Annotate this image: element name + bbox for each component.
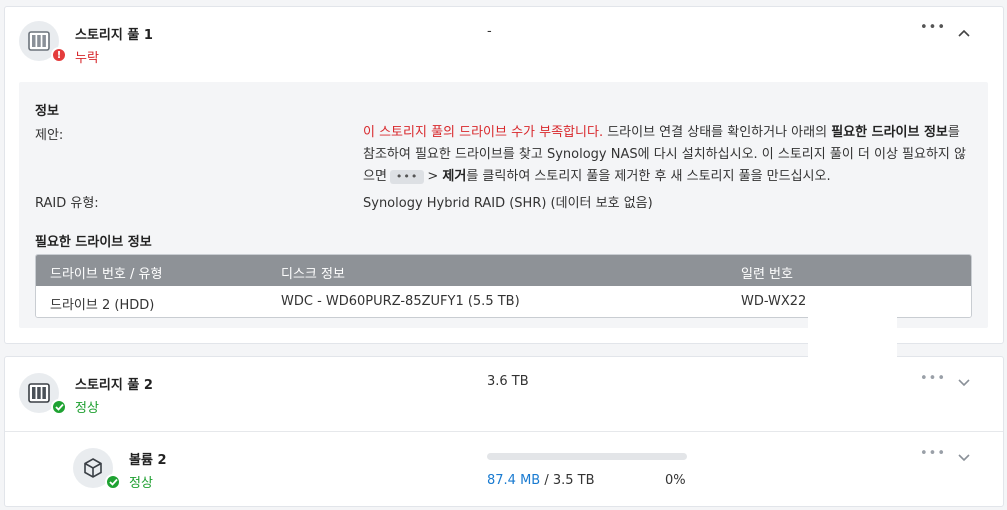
volume-icon-wrap (73, 448, 121, 490)
more-actions-button[interactable]: ••• (920, 446, 946, 461)
info-section-title: 정보 (35, 104, 59, 119)
column-header-drive: 드라이브 번호 / 유형 (50, 267, 163, 282)
raid-type-value: Synology Hybrid RAID (SHR) (데이터 보호 없음) (363, 196, 653, 211)
suggestion-text: 이 스토리지 풀의 드라이브 수가 부족합니다. 드라이브 연결 상태를 확인하… (363, 122, 975, 188)
collapse-button[interactable] (958, 22, 970, 41)
column-header-disk-info: 디스크 정보 (281, 267, 345, 282)
suggestion-label: 제안: (35, 128, 64, 143)
storage-pool-2-status: 정상 (75, 401, 99, 416)
more-actions-button[interactable]: ••• (920, 20, 946, 35)
required-drive-info-ref: 필요한 드라이브 정보 (831, 125, 948, 140)
more-actions-button[interactable]: ••• (920, 371, 946, 386)
storage-pool-2-card: 스토리지 풀 2 정상 3.6 TB ••• 볼륨 2 정상 87.4 MB /… (4, 356, 1004, 507)
volume-used[interactable]: 87.4 MB (487, 473, 540, 488)
checkmark-icon (105, 474, 121, 490)
column-header-serial: 일련 번호 (741, 267, 793, 282)
volume-usage-bar (487, 453, 687, 460)
expand-button[interactable] (958, 447, 970, 466)
serial-cell: WD-WX22 (741, 294, 807, 309)
suggestion-part-3: > (427, 169, 443, 184)
drive-cell: 드라이브 2 (HDD) (50, 298, 155, 313)
storage-pool-1-size: - (487, 24, 492, 39)
required-drives-title: 필요한 드라이브 정보 (35, 235, 152, 250)
suggestion-part-1: 드라이브 연결 상태를 확인하거나 아래의 (603, 125, 832, 140)
storage-pool-icon-wrap: ! (19, 21, 67, 63)
volume-2-status: 정상 (129, 476, 153, 491)
divider (5, 431, 1003, 432)
volume-total: / 3.5 TB (540, 473, 595, 488)
disk-info-cell: WDC - WD60PURZ-85ZUFY1 (5.5 TB) (281, 294, 520, 309)
raid-type-label: RAID 유형: (35, 196, 99, 211)
remove-ref: 제거 (442, 169, 467, 184)
more-actions-chip: ••• (389, 169, 425, 184)
suggestion-part-4: 를 클릭하여 스토리지 풀을 제거한 후 새 스토리지 풀을 만드십시오. (466, 169, 831, 184)
storage-pool-1-title: 스토리지 풀 1 (75, 28, 153, 43)
volume-usage-text: 87.4 MB / 3.5 TB (487, 473, 595, 488)
suggestion-warning: 이 스토리지 풀의 드라이브 수가 부족합니다. (363, 125, 604, 140)
storage-pool-2-size: 3.6 TB (487, 374, 529, 389)
checkmark-icon (51, 399, 67, 415)
exclamation-icon: ! (51, 47, 67, 63)
storage-pool-1-status: 누락 (75, 51, 99, 66)
storage-pool-icon-wrap (19, 373, 67, 415)
table-header: 드라이브 번호 / 유형 디스크 정보 일련 번호 (36, 255, 971, 286)
storage-pool-2-title: 스토리지 풀 2 (75, 378, 153, 393)
expand-button[interactable] (958, 372, 970, 391)
overlay-block (808, 287, 897, 366)
volume-usage-percent: 0% (665, 473, 686, 488)
volume-2-title: 볼륨 2 (129, 453, 167, 468)
